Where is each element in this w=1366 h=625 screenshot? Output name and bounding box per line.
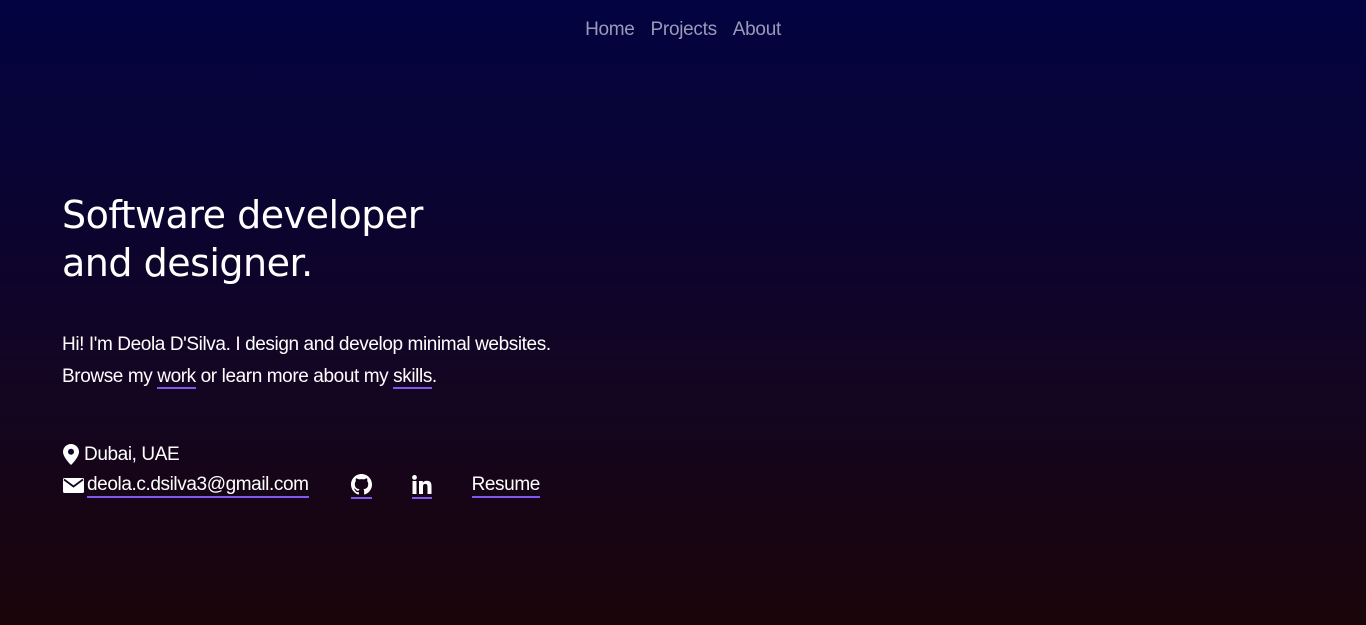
- github-link[interactable]: [350, 473, 372, 499]
- hero-headline: Software developer and designer.: [62, 191, 423, 287]
- nav-about-link[interactable]: About: [733, 19, 781, 41]
- links-row: deola.c.dsilva3@gmail.com Resume: [62, 470, 540, 501]
- top-nav: Home Projects About: [0, 19, 1366, 41]
- hero-section: Software developer and designer.: [62, 191, 423, 287]
- headline-line-1: Software developer: [62, 193, 423, 237]
- map-pin-icon: [62, 444, 80, 465]
- headline-line-2: and designer.: [62, 241, 313, 285]
- location-text: Dubai, UAE: [84, 443, 180, 465]
- contact-section: Dubai, UAE deola.c.dsilva3@gmail.com Res…: [62, 439, 540, 501]
- intro-middle: or learn more about my: [195, 366, 394, 387]
- location-row: Dubai, UAE: [62, 439, 540, 470]
- resume-link[interactable]: Resume: [471, 474, 540, 498]
- envelope-icon: [62, 478, 84, 493]
- linkedin-icon: [411, 475, 432, 494]
- intro-text: Hi! I'm Deola D'Silva. I design and deve…: [62, 329, 551, 393]
- nav-projects-link[interactable]: Projects: [651, 19, 718, 41]
- intro-line-1: Hi! I'm Deola D'Silva. I design and deve…: [62, 334, 551, 355]
- intro-prefix: Browse my: [62, 366, 158, 387]
- linkedin-link[interactable]: [411, 473, 432, 499]
- email-link[interactable]: deola.c.dsilva3@gmail.com: [87, 474, 309, 498]
- nav-home-link[interactable]: Home: [585, 19, 635, 41]
- intro-suffix: .: [431, 366, 437, 387]
- skills-link[interactable]: skills: [393, 366, 432, 389]
- intro-line-2: Browse my work or learn more about my sk…: [62, 361, 551, 393]
- work-link[interactable]: work: [157, 366, 196, 389]
- github-icon: [350, 474, 372, 495]
